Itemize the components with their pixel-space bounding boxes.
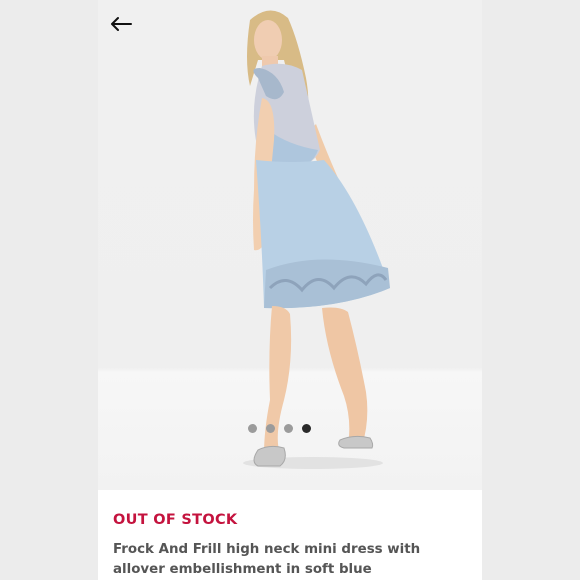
- arrow-left-icon: [111, 17, 132, 31]
- model-figure: [243, 10, 390, 469]
- page-frame: OUT OF STOCK Frock And Frill high neck m…: [0, 0, 580, 580]
- product-info-panel: OUT OF STOCK Frock And Frill high neck m…: [98, 490, 482, 580]
- stock-status: OUT OF STOCK: [113, 512, 238, 528]
- gallery-dot-3[interactable]: [284, 424, 293, 433]
- product-photo[interactable]: [98, 0, 482, 490]
- back-button[interactable]: [104, 10, 138, 38]
- gallery-dot-2[interactable]: [266, 424, 275, 433]
- gallery-dot-4[interactable]: [302, 424, 311, 433]
- gallery-dot-1[interactable]: [248, 424, 257, 433]
- gallery-pagination: [248, 424, 311, 433]
- product-title: Frock And Frill high neck mini dress wit…: [113, 542, 421, 577]
